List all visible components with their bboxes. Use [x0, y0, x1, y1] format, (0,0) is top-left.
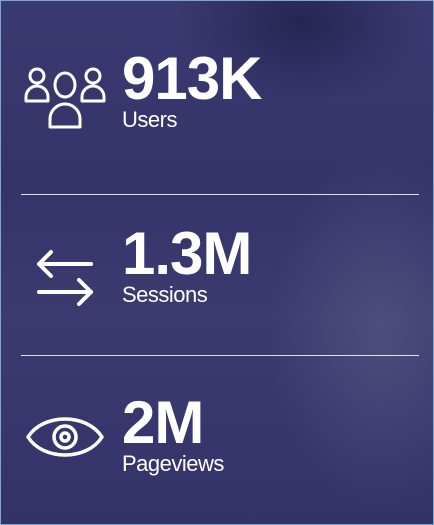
stats-panel: 913K Users 1.3M Sessions 2M Pageviews: [0, 0, 434, 525]
stat-pageviews: 2M Pageviews: [1, 357, 433, 524]
pageviews-label: Pageviews: [122, 451, 224, 476]
pageviews-value: 2M: [122, 389, 204, 456]
arrows-exchange-icon: [33, 248, 97, 313]
stat-users: 913K Users: [1, 1, 433, 191]
sessions-value: 1.3M: [122, 220, 252, 287]
divider: [21, 194, 419, 195]
users-label: Users: [122, 107, 177, 132]
divider: [21, 355, 419, 356]
users-icon: [23, 61, 107, 136]
sessions-label: Sessions: [122, 282, 208, 307]
users-value: 913K: [122, 45, 262, 112]
stat-sessions: 1.3M Sessions: [1, 196, 433, 356]
eye-icon: [25, 405, 105, 474]
